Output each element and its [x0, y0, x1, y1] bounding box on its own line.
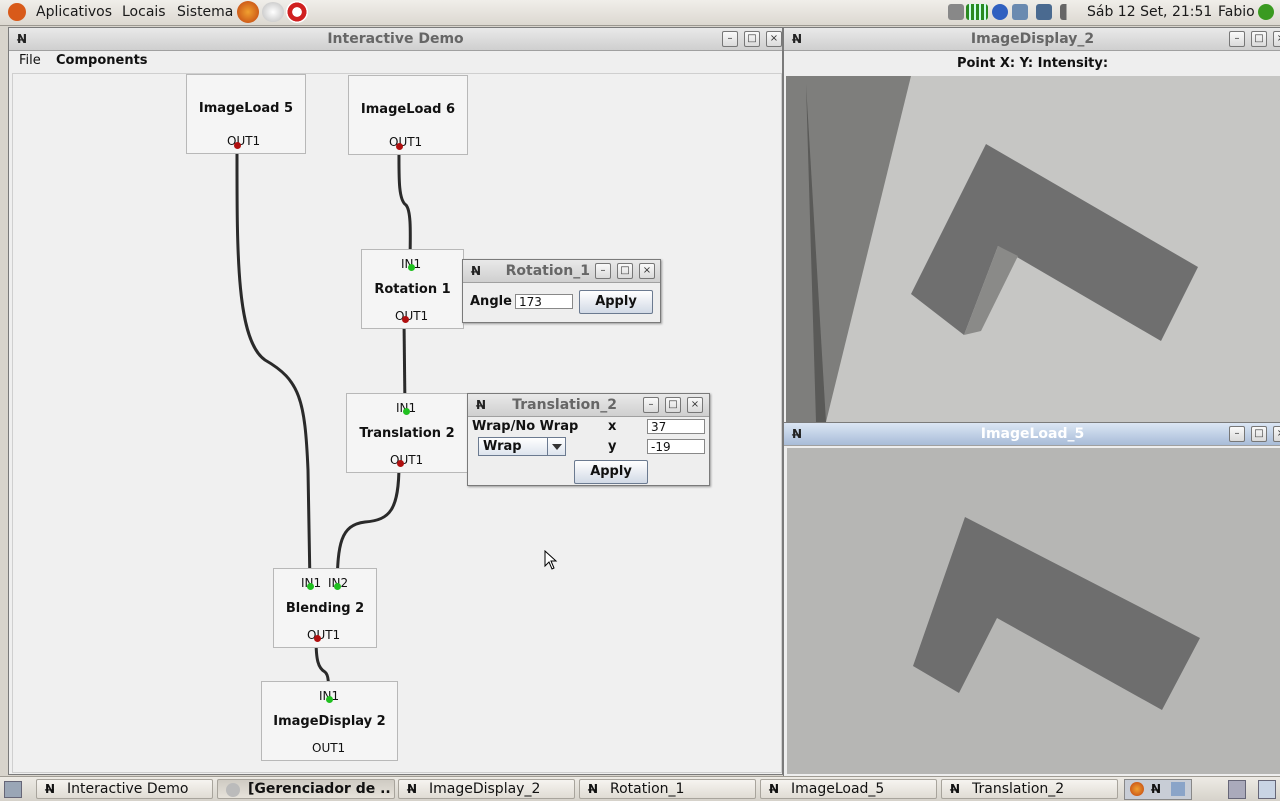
output-port-label: OUT1 — [395, 309, 429, 323]
minimize-button[interactable]: – — [1229, 31, 1245, 47]
task-rotation[interactable]: N̶ Rotation_1 — [579, 779, 756, 799]
output-port-label: OUT1 — [390, 453, 424, 467]
minimize-button[interactable]: – — [595, 263, 611, 279]
minimize-button[interactable]: – — [1229, 426, 1245, 442]
task-interactive-demo[interactable]: N̶ Interactive Demo — [36, 779, 213, 799]
close-button[interactable]: × — [1273, 31, 1280, 47]
task-imageload[interactable]: N̶ ImageLoad_5 — [760, 779, 937, 799]
maximize-button[interactable]: □ — [665, 397, 681, 413]
maximize-button[interactable]: □ — [1251, 31, 1267, 47]
file-manager-icon — [226, 783, 240, 797]
imageload-title: ImageLoad_5 — [980, 426, 1085, 442]
node-label: ImageDisplay 2 — [273, 714, 386, 729]
output-port[interactable] — [397, 460, 404, 467]
close-button[interactable]: × — [639, 263, 655, 279]
close-button[interactable]: × — [1273, 426, 1280, 442]
input-port-2[interactable] — [334, 583, 341, 590]
wrap-label: Wrap/No Wrap — [472, 419, 579, 434]
task-label: Translation_2 — [972, 781, 1065, 797]
rotation-dialog-title: Rotation_1 — [505, 263, 590, 279]
firefox-icon — [1130, 782, 1144, 796]
task-label: Rotation_1 — [610, 781, 685, 797]
java-app-icon: N̶ — [769, 782, 780, 796]
node-label: Blending 2 — [285, 601, 365, 616]
translation-apply-button[interactable]: Apply — [574, 460, 648, 484]
y-input[interactable]: -19 — [647, 439, 705, 454]
wire-imageload5-blending2 — [235, 144, 312, 586]
trash-icon[interactable] — [1228, 780, 1246, 799]
x-label: x — [608, 419, 617, 434]
translation-dialog: N̶ Translation_2 – □ × Wrap/No Wrap Wrap… — [467, 393, 710, 486]
node-imagedisplay-2[interactable]: IN1 ImageDisplay 2 OUT1 — [261, 681, 398, 761]
task-label: Interactive Demo — [67, 781, 189, 797]
wire-translation2-blending2 — [335, 463, 401, 586]
display-image-content — [786, 76, 1280, 422]
imageload-window: N̶ ImageLoad_5 – □ × — [783, 422, 1280, 777]
output-port-label: OUT1 — [227, 134, 261, 148]
output-port-label: OUT1 — [312, 741, 346, 755]
output-port[interactable] — [402, 316, 409, 323]
imageload-titlebar[interactable]: N̶ ImageLoad_5 – □ × — [784, 423, 1280, 446]
node-label: Rotation 1 — [374, 282, 451, 297]
task-translation[interactable]: N̶ Translation_2 — [941, 779, 1118, 799]
input-port[interactable] — [408, 264, 415, 271]
input-port[interactable] — [403, 408, 410, 415]
node-translation-2[interactable]: IN1 Translation 2 OUT1 — [346, 393, 468, 473]
node-blending-2[interactable]: IN1 IN2 Blending 2 OUT1 — [273, 568, 377, 648]
imagedisplay-titlebar[interactable]: N̶ ImageDisplay_2 – □ × — [784, 28, 1280, 51]
rotation-dialog-titlebar[interactable]: N̶ Rotation_1 – □ × — [463, 260, 660, 283]
applet-icon[interactable] — [1258, 780, 1276, 799]
translation-dialog-titlebar[interactable]: N̶ Translation_2 – □ × — [468, 394, 709, 417]
loaded-image[interactable] — [787, 448, 1280, 774]
imagedisplay-title: ImageDisplay_2 — [970, 31, 1095, 47]
output-port-label: OUT1 — [307, 628, 341, 642]
show-desktop-icon[interactable] — [4, 781, 22, 798]
java-app-icon: N̶ — [950, 782, 961, 796]
input-port-1[interactable] — [307, 583, 314, 590]
pixel-info: Point X: Y: Intensity: — [956, 56, 1109, 71]
rotation-apply-button[interactable]: Apply — [579, 290, 653, 314]
workspace-switcher[interactable]: N̶ — [1124, 779, 1192, 800]
node-label: Translation 2 — [359, 426, 455, 441]
output-port[interactable] — [314, 635, 321, 642]
output-port[interactable] — [234, 142, 241, 149]
node-imageload-6[interactable]: ImageLoad 6 OUT1 — [348, 75, 468, 155]
node-label: ImageLoad 6 — [360, 102, 456, 117]
node-rotation-1[interactable]: IN1 Rotation 1 OUT1 — [361, 249, 464, 329]
minimize-button[interactable]: – — [643, 397, 659, 413]
task-gerenciador[interactable]: [Gerenciador de ... — [217, 779, 395, 799]
node-imageload-5[interactable]: ImageLoad 5 OUT1 — [186, 74, 306, 154]
wire-imageload6-rotation1 — [397, 145, 412, 267]
output-port[interactable] — [396, 143, 403, 150]
wrap-select-value: Wrap — [483, 439, 522, 454]
task-label: ImageDisplay_2 — [429, 781, 541, 797]
maximize-button[interactable]: □ — [1251, 426, 1267, 442]
wrap-select[interactable]: Wrap — [478, 437, 566, 456]
output-port-label: OUT1 — [389, 135, 423, 149]
java-app-icon: N̶ — [45, 782, 56, 796]
taskbar: N̶ Interactive Demo [Gerenciador de ... … — [0, 776, 1280, 801]
node-label: ImageLoad 5 — [198, 101, 294, 116]
angle-input[interactable]: 173 — [515, 294, 573, 309]
translation-dialog-title: Translation_2 — [512, 397, 617, 413]
imagedisplay-window: N̶ ImageDisplay_2 – □ × Point X: Y: Inte… — [783, 27, 1280, 425]
chevron-down-icon[interactable] — [547, 438, 566, 455]
close-button[interactable]: × — [687, 397, 703, 413]
loaded-image-content — [787, 448, 1280, 774]
java-app-icon: N̶ — [588, 782, 599, 796]
y-label: y — [608, 439, 617, 454]
task-label: ImageLoad_5 — [791, 781, 885, 797]
mouse-cursor-icon — [544, 550, 558, 570]
rotation-dialog: N̶ Rotation_1 – □ × Angle 173 Apply — [462, 259, 661, 323]
angle-label: Angle — [470, 294, 512, 309]
java-app-icon: N̶ — [407, 782, 418, 796]
input-port[interactable] — [326, 696, 333, 703]
display-image[interactable] — [786, 76, 1280, 422]
x-input[interactable]: 37 — [647, 419, 705, 434]
workspace-icon — [1171, 782, 1185, 796]
task-imagedisplay[interactable]: N̶ ImageDisplay_2 — [398, 779, 575, 799]
maximize-button[interactable]: □ — [617, 263, 633, 279]
task-label: [Gerenciador de ... — [248, 781, 390, 797]
java-app-icon: N̶ — [1151, 782, 1162, 796]
